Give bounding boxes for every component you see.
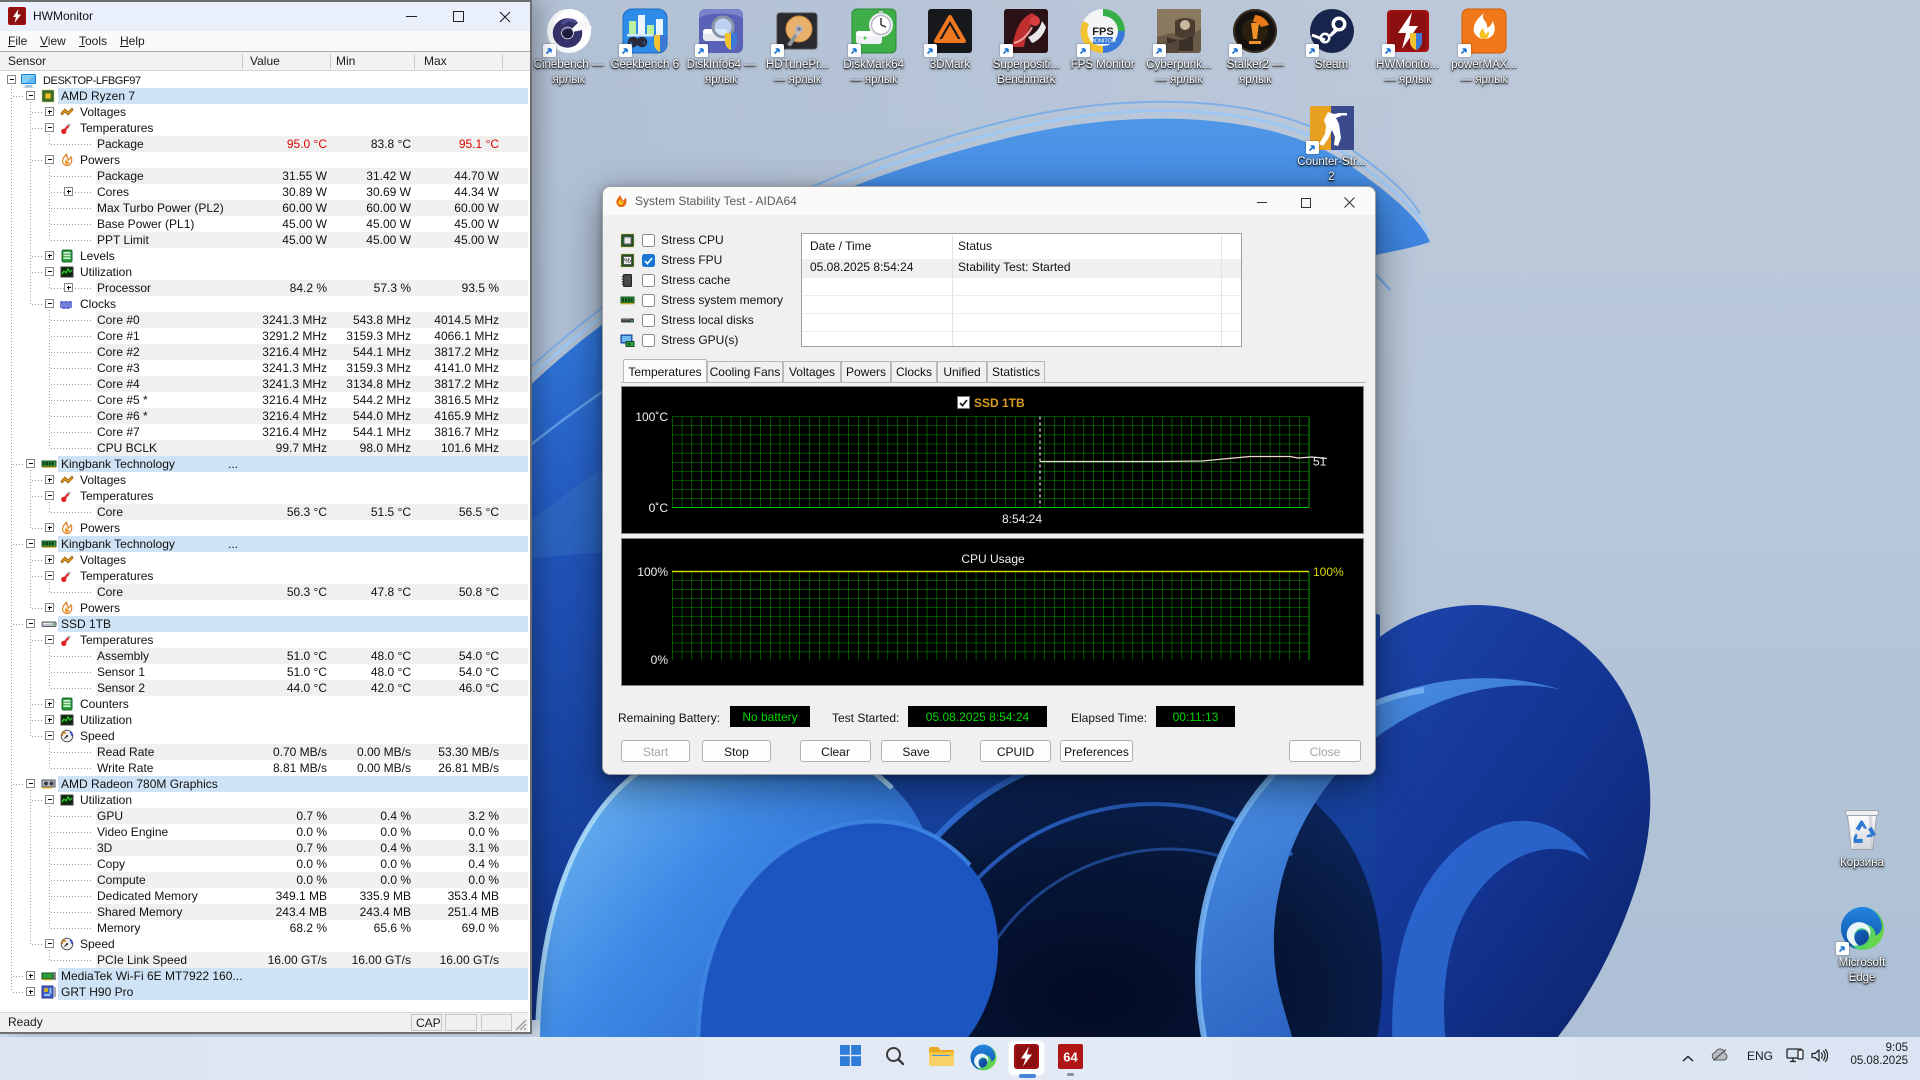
svg-text:0˚C: 0˚C — [649, 501, 669, 515]
svg-text:51: 51 — [1313, 455, 1327, 469]
svg-text:100˚C: 100˚C — [635, 410, 668, 424]
svg-text:8:54:24: 8:54:24 — [1002, 512, 1042, 526]
svg-text:100%: 100% — [637, 565, 668, 579]
svg-text:MONITOR: MONITOR — [1090, 39, 1116, 45]
svg-text:64: 64 — [1063, 1050, 1078, 1065]
svg-text:CPU Usage: CPU Usage — [961, 552, 1025, 566]
svg-text:%: % — [624, 256, 631, 265]
svg-text:100%: 100% — [1313, 565, 1344, 579]
svg-text:0%: 0% — [651, 653, 669, 667]
svg-text:FPS: FPS — [1092, 26, 1113, 38]
